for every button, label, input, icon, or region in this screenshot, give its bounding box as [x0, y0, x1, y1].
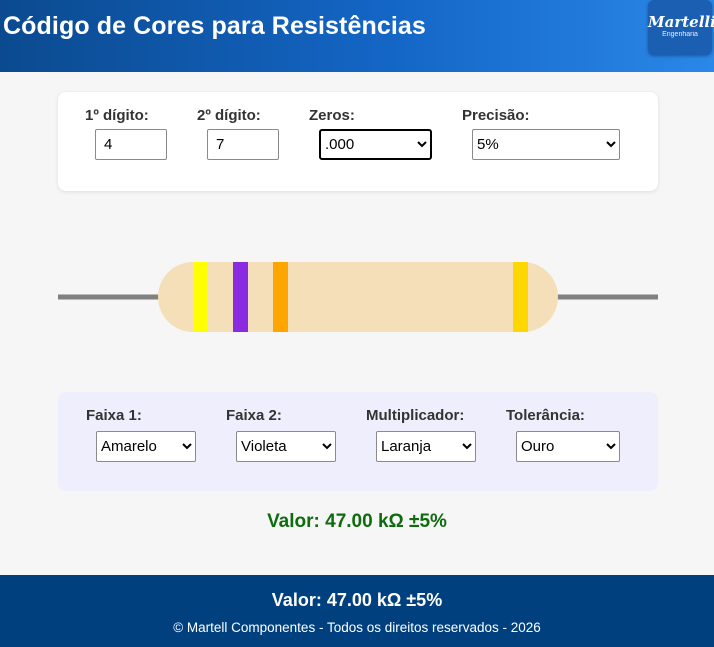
digit2-field: 2º dígito:: [197, 107, 279, 160]
zeros-select[interactable]: .000: [319, 129, 432, 160]
multiplier-select[interactable]: Laranja: [376, 431, 476, 462]
tolerance-label: Tolerância:: [506, 407, 585, 424]
page-title: Código de Cores para Resistências: [3, 12, 426, 40]
band1-field: Faixa 1: Amarelo: [86, 407, 196, 462]
page-footer: Valor: 47.00 kΩ ±5% © Martell Componente…: [0, 575, 714, 647]
tolerance-select[interactable]: Ouro: [516, 431, 620, 462]
app-header: Código de Cores para Resistências Martel…: [0, 0, 714, 72]
resistor-body: [158, 262, 558, 332]
tolerance-field: Tolerância: Ouro: [506, 407, 620, 462]
precision-select[interactable]: 5%: [472, 129, 620, 160]
precision-label: Precisão:: [462, 107, 530, 124]
precision-field: Precisão: 5%: [462, 107, 620, 160]
zeros-field: Zeros: .000: [309, 107, 432, 160]
band2-select[interactable]: Violeta: [236, 431, 336, 462]
resistor-band-2: [233, 262, 248, 332]
band2-label: Faixa 2:: [226, 407, 282, 424]
resistor-band-tolerance: [513, 262, 528, 332]
company-logo[interactable]: Martelli Engenharia: [648, 0, 714, 55]
zeros-label: Zeros:: [309, 107, 355, 124]
resistor-band-1: [193, 262, 208, 332]
result-value: Valor: 47.00 kΩ ±5%: [267, 511, 447, 532]
footer-value: Valor: 47.00 kΩ ±5%: [271, 590, 443, 610]
resistor-graphic: [58, 262, 658, 332]
logo-main-text: Martelli: [648, 13, 714, 31]
band1-select[interactable]: Amarelo: [96, 431, 196, 462]
digit1-label: 1º dígito:: [85, 107, 149, 124]
digit1-input[interactable]: [95, 129, 167, 160]
multiplier-label: Multiplicador:: [366, 407, 465, 424]
band1-label: Faixa 1:: [86, 407, 142, 424]
resistor-band-multiplier: [273, 262, 288, 332]
multiplier-field: Multiplicador: Laranja: [366, 407, 476, 462]
band-selector-card: Faixa 1: Amarelo Faixa 2: Violeta Multip…: [58, 392, 658, 491]
logo-sub-text: Engenharia: [662, 31, 698, 38]
digit2-input[interactable]: [207, 129, 279, 160]
digit2-label: 2º dígito:: [197, 107, 261, 124]
digit1-field: 1º dígito:: [85, 107, 167, 160]
value-input-card: 1º dígito: 2º dígito: Zeros: .000 Precis…: [58, 92, 658, 191]
band2-field: Faixa 2: Violeta: [226, 407, 336, 462]
footer-copyright: © Martell Componentes - Todos os direito…: [173, 620, 541, 635]
